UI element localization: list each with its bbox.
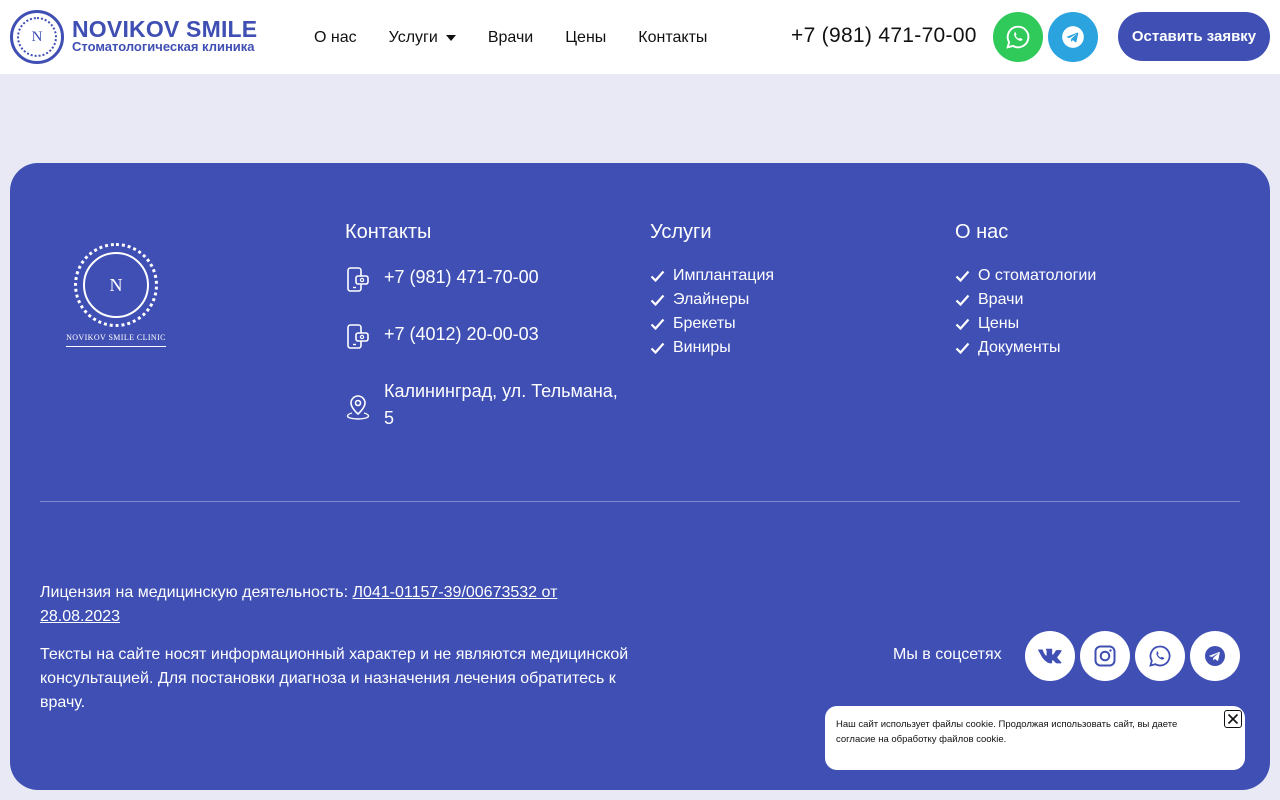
disclaimer-text: Тексты на сайте носят информационный хар… xyxy=(40,646,629,711)
list-item-label: О стоматологии xyxy=(978,267,1097,284)
footer-logo-icon: N xyxy=(74,243,158,327)
telegram-icon xyxy=(1062,26,1084,48)
check-icon xyxy=(650,318,665,331)
cookie-message: Наш сайт использует файлы cookie. Продол… xyxy=(836,719,1178,745)
license-text: Лицензия на медицинскую деятельность: Л0… xyxy=(40,581,600,629)
list-item[interactable]: Врачи xyxy=(955,288,1096,312)
nav-item-doctors[interactable]: Врачи xyxy=(488,27,533,49)
nav-item-label: Услуги xyxy=(388,29,438,46)
leave-request-button[interactable]: Оставить заявку xyxy=(1118,12,1270,61)
phone-icon xyxy=(347,324,369,349)
list-item-label: Документы xyxy=(978,339,1061,356)
contact-phone-1[interactable]: +7 (981) 471-70-00 xyxy=(345,264,624,294)
vk-button[interactable] xyxy=(1025,631,1075,681)
whatsapp-social-button[interactable] xyxy=(1135,631,1185,681)
footer-logo[interactable]: N NOVIKOV SMILE CLINIC xyxy=(66,243,166,347)
list-item-label: Брекеты xyxy=(673,315,736,332)
footer-logo-caption: NOVIKOV SMILE CLINIC xyxy=(66,333,166,347)
list-item-label: Элайнеры xyxy=(673,291,750,308)
contact-address: Калининград, ул. Тельмана, 5 xyxy=(345,378,624,432)
brand-subtitle: Стоматологическая клиника xyxy=(72,39,255,54)
check-icon xyxy=(650,294,665,307)
contacts-title: Контакты xyxy=(345,221,432,243)
logo-icon[interactable]: N xyxy=(10,10,64,64)
header-phone-link[interactable]: +7 (981) 471-70-00 xyxy=(791,24,977,48)
telegram-button[interactable] xyxy=(1048,12,1098,62)
telegram-social-button[interactable] xyxy=(1190,631,1240,681)
nav-item-prices[interactable]: Цены xyxy=(565,27,606,49)
logo-letter: N xyxy=(17,17,57,57)
social-label: Мы в соцсетях xyxy=(893,646,1002,663)
nav-item-label: Контакты xyxy=(638,29,708,46)
vk-icon xyxy=(1037,648,1062,664)
cookie-close-button[interactable] xyxy=(1224,710,1242,728)
check-icon xyxy=(955,294,970,307)
check-icon xyxy=(650,270,665,283)
list-item[interactable]: Цены xyxy=(955,312,1096,336)
list-item[interactable]: О стоматологии xyxy=(955,264,1096,288)
contact-phone-2[interactable]: +7 (4012) 20-00-03 xyxy=(345,321,624,351)
instagram-icon xyxy=(1094,645,1116,667)
list-item[interactable]: Документы xyxy=(955,336,1096,360)
instagram-button[interactable] xyxy=(1080,631,1130,681)
nav-item-label: Цены xyxy=(565,29,607,46)
footer-divider xyxy=(40,501,1240,502)
main-nav: О нас Услуги Врачи Цены Контакты xyxy=(314,27,739,49)
check-icon xyxy=(650,342,665,355)
whatsapp-button[interactable] xyxy=(993,12,1043,62)
list-item-label: Цены xyxy=(978,315,1020,332)
close-icon xyxy=(1227,713,1239,725)
list-item-label: Врачи xyxy=(978,291,1024,308)
site-footer: N NOVIKOV SMILE CLINIC Контакты Услуги О… xyxy=(10,163,1270,790)
list-item[interactable]: Виниры xyxy=(650,336,774,360)
whatsapp-icon xyxy=(1006,25,1030,49)
services-list: Имплантация Элайнеры Брекеты Виниры xyxy=(650,264,774,360)
list-item-label: Имплантация xyxy=(673,267,775,284)
nav-item-contacts[interactable]: Контакты xyxy=(638,27,707,49)
site-header: N NOVIKOV SMILE Стоматологическая клиник… xyxy=(0,0,1280,74)
telegram-icon xyxy=(1205,646,1225,666)
license-prefix: Лицензия на медицинскую деятельность: xyxy=(40,584,353,601)
caret-down-icon xyxy=(445,35,456,41)
check-icon xyxy=(955,318,970,331)
brand-title: NOVIKOV SMILE xyxy=(72,16,258,42)
nav-item-label: О нас xyxy=(314,29,357,46)
whatsapp-icon xyxy=(1149,645,1171,667)
contact-text: +7 (981) 471-70-00 xyxy=(384,267,539,287)
cookie-banner: Наш сайт использует файлы cookie. Продол… xyxy=(825,706,1245,770)
nav-item-about[interactable]: О нас xyxy=(314,27,357,49)
footer-logo-letter: N xyxy=(83,252,149,318)
phone-icon xyxy=(347,267,369,292)
services-title: Услуги xyxy=(650,221,712,243)
location-pin-icon xyxy=(346,395,370,420)
check-icon xyxy=(955,342,970,355)
list-item[interactable]: Элайнеры xyxy=(650,288,774,312)
brand[interactable]: NOVIKOV SMILE Стоматологическая клиника xyxy=(72,17,257,54)
contact-text: Калининград, ул. Тельмана, 5 xyxy=(384,381,618,428)
about-list: О стоматологии Врачи Цены Документы xyxy=(955,264,1096,360)
about-title: О нас xyxy=(955,221,1009,243)
nav-item-label: Врачи xyxy=(487,29,534,46)
list-item[interactable]: Имплантация xyxy=(650,264,774,288)
check-icon xyxy=(955,270,970,283)
list-item[interactable]: Брекеты xyxy=(650,312,774,336)
contact-text: +7 (4012) 20-00-03 xyxy=(384,324,539,344)
list-item-label: Виниры xyxy=(673,339,731,356)
nav-item-services[interactable]: Услуги xyxy=(389,27,456,49)
